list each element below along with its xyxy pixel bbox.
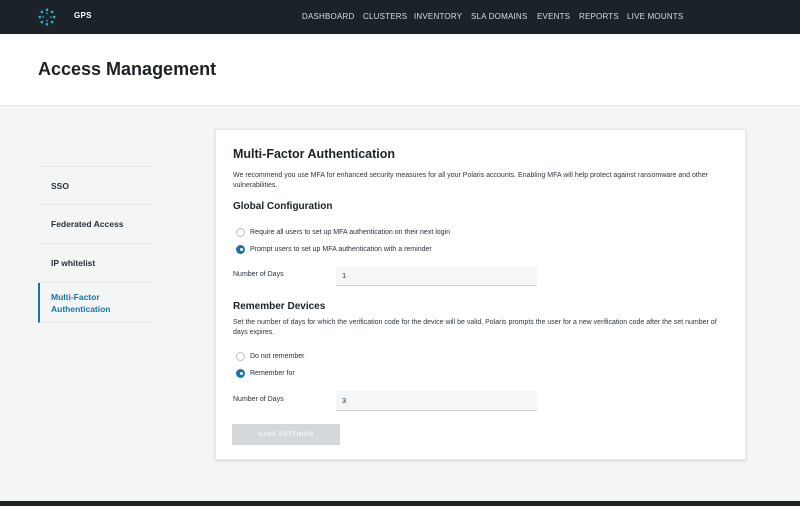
main-nav: DASHBOARD CLUSTERS INVENTORY SLA DOMAINS… <box>0 12 800 24</box>
mfa-settings-card: Multi-Factor Authentication We recommend… <box>215 129 746 460</box>
sidebar-item-label: SSO <box>51 180 69 191</box>
nav-inventory[interactable]: INVENTORY <box>414 12 462 21</box>
top-nav-bar: GPS DASHBOARD CLUSTERS INVENTORY SLA DOM… <box>0 0 800 34</box>
sidebar-item-federated-access[interactable]: Federated Access <box>38 205 152 244</box>
remember-days-input[interactable] <box>336 391 537 411</box>
radio-button[interactable] <box>236 227 245 237</box>
radio-label: Require all users to set up MFA authenti… <box>250 228 451 236</box>
nav-clusters[interactable]: CLUSTERS <box>363 12 407 21</box>
radio-prompt-mfa-reminder[interactable]: Prompt users to set up MFA authenticatio… <box>236 244 432 254</box>
radio-label: Prompt users to set up MFA authenticatio… <box>250 245 432 253</box>
radio-label: Remember for <box>250 369 295 377</box>
radio-button-selected[interactable] <box>236 368 245 378</box>
radio-button[interactable] <box>236 351 245 361</box>
nav-reports[interactable]: REPORTS <box>579 12 619 21</box>
sidebar-item-label: Multi-Factor Authentication <box>51 291 111 314</box>
settings-sidebar: SSO Federated Access IP whitelist Multi-… <box>38 166 152 323</box>
mfa-description: We recommend you use MFA for enhanced se… <box>233 172 708 189</box>
page-header: Access Management <box>0 34 800 106</box>
radio-do-not-remember[interactable]: Do not remember <box>236 351 304 361</box>
global-days-input[interactable] <box>336 266 537 286</box>
sidebar-item-label: IP whitelist <box>51 258 96 268</box>
remember-devices-description: Set the number of days for which the ver… <box>233 319 717 336</box>
radio-require-mfa-next-login[interactable]: Require all users to set up MFA authenti… <box>236 227 450 237</box>
radio-button-selected[interactable] <box>236 244 245 254</box>
radio-label: Do not remember <box>250 352 305 360</box>
nav-dashboard[interactable]: DASHBOARD <box>302 12 354 21</box>
bottom-edge <box>0 501 800 506</box>
nav-sla-domains[interactable]: SLA DOMAINS <box>471 12 527 21</box>
radio-remember-for[interactable]: Remember for <box>236 368 295 378</box>
sidebar-item-label: Federated Access <box>51 219 124 229</box>
remember-devices-heading: Remember Devices <box>233 301 326 312</box>
sidebar-item-sso[interactable]: SSO <box>38 166 152 205</box>
sidebar-item-ip-whitelist[interactable]: IP whitelist <box>38 244 152 283</box>
card-title: Multi-Factor Authentication <box>233 147 396 161</box>
save-settings-button[interactable]: SAVE SETTINGS <box>232 424 340 445</box>
remember-days-label: Number of Days <box>233 396 284 403</box>
nav-live-mounts[interactable]: LIVE MOUNTS <box>627 12 683 21</box>
nav-events[interactable]: EVENTS <box>537 12 570 21</box>
sidebar-item-multi-factor-authentication[interactable]: Multi-Factor Authentication <box>38 283 152 323</box>
global-days-label: Number of Days <box>233 271 284 278</box>
page-title: Access Management <box>38 59 217 79</box>
global-configuration-heading: Global Configuration <box>233 201 333 212</box>
